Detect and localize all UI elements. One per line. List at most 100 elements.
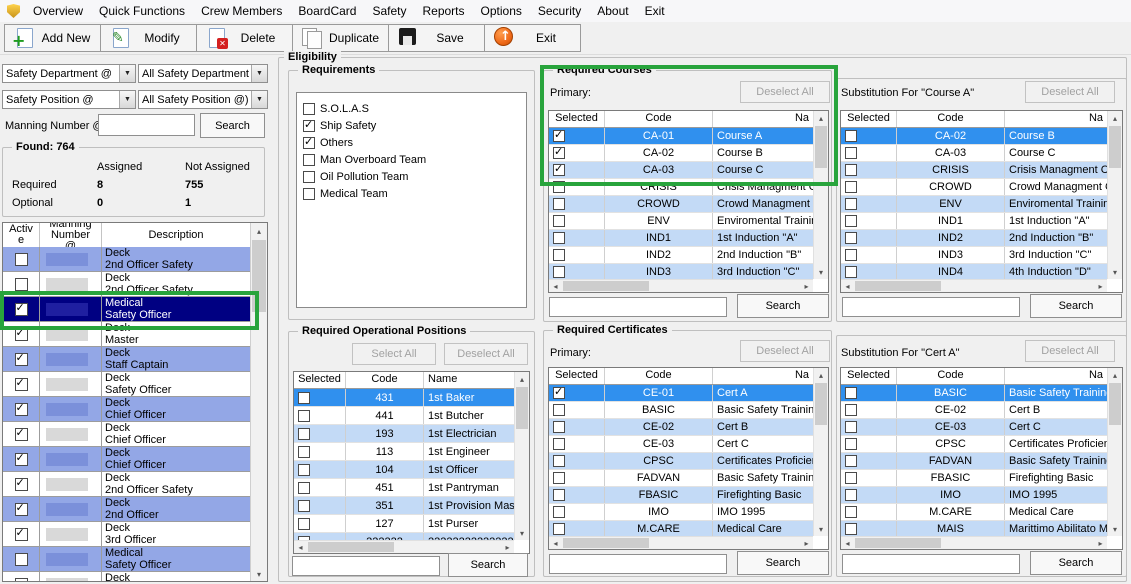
checkbox[interactable] <box>15 478 28 491</box>
crew-row[interactable]: DeckStaff Captain <box>3 347 250 372</box>
vertical-scrollbar[interactable]: ▴▾ <box>1107 111 1122 279</box>
checkbox[interactable] <box>845 404 857 416</box>
vertical-scrollbar[interactable]: ▴▾ <box>813 368 828 536</box>
crew-row[interactable]: DeckSafety Officer <box>3 372 250 397</box>
scroll-right-icon[interactable]: ▸ <box>1094 280 1107 292</box>
department-value-dropdown[interactable]: All Safety Department @) ▼ <box>138 64 268 83</box>
table-row[interactable]: CPSCCertificates Proficiency Su <box>841 436 1107 453</box>
manning-number-input[interactable] <box>98 114 195 136</box>
scroll-up-icon[interactable]: ▴ <box>515 372 529 386</box>
checkbox[interactable] <box>845 489 857 501</box>
checkbox[interactable] <box>303 137 315 149</box>
vertical-scrollbar[interactable]: ▴ ▾ <box>250 223 267 581</box>
checkbox[interactable] <box>845 198 857 210</box>
scroll-down-icon[interactable]: ▾ <box>814 522 828 536</box>
operational-search-button[interactable]: Search <box>448 553 528 577</box>
table-row[interactable]: CE-03Cert C <box>549 436 813 453</box>
checkbox[interactable] <box>553 164 565 176</box>
scroll-right-icon[interactable]: ▸ <box>800 280 813 292</box>
table-row[interactable]: CPSCCertificates Proficiency Su <box>549 453 813 470</box>
checkbox[interactable] <box>845 266 857 278</box>
table-row[interactable]: IND33rd Induction "C" <box>841 247 1107 264</box>
checkbox[interactable] <box>15 503 28 516</box>
table-row[interactable]: CA-02Course B <box>841 128 1107 145</box>
scroll-up-icon[interactable]: ▴ <box>251 223 267 239</box>
checkbox[interactable] <box>15 553 28 566</box>
checkbox[interactable] <box>845 164 857 176</box>
menu-item-quick-functions[interactable]: Quick Functions <box>91 0 193 22</box>
checkbox[interactable] <box>553 181 565 193</box>
checkbox[interactable] <box>298 500 310 512</box>
toolbar-modify-button[interactable]: Modify <box>100 24 197 52</box>
checkbox[interactable] <box>553 404 565 416</box>
scrollbar-thumb[interactable] <box>855 538 941 548</box>
requirement-others[interactable]: Others <box>297 134 526 151</box>
horizontal-scrollbar[interactable]: ◂▸ <box>841 536 1107 549</box>
checkbox[interactable] <box>845 421 857 433</box>
toolbar-delete-button[interactable]: Delete <box>196 24 293 52</box>
certificates-substitution-search-button[interactable]: Search <box>1030 551 1122 575</box>
position-field-dropdown[interactable]: Safety Position @ ▼ <box>2 90 136 109</box>
horizontal-scrollbar[interactable]: ◂▸ <box>294 540 514 553</box>
scroll-down-icon[interactable]: ▾ <box>1108 522 1122 536</box>
scrollbar-thumb[interactable] <box>1109 383 1121 425</box>
scroll-right-icon[interactable]: ▸ <box>800 537 813 549</box>
checkbox[interactable] <box>15 578 28 582</box>
menu-item-reports[interactable]: Reports <box>414 0 472 22</box>
checkbox[interactable] <box>15 328 28 341</box>
checkbox[interactable] <box>845 215 857 227</box>
requirement-ship-safety[interactable]: Ship Safety <box>297 117 526 134</box>
checkbox[interactable] <box>298 482 310 494</box>
table-row[interactable]: CE-02Cert B <box>549 419 813 436</box>
scrollbar-thumb[interactable] <box>563 281 649 291</box>
checkbox[interactable] <box>15 428 28 441</box>
vertical-scrollbar[interactable]: ▴▾ <box>813 111 828 279</box>
scroll-down-icon[interactable]: ▾ <box>515 526 529 540</box>
chevron-down-icon[interactable]: ▼ <box>251 91 267 108</box>
checkbox[interactable] <box>553 506 565 518</box>
checkbox[interactable] <box>303 103 315 115</box>
checkbox[interactable] <box>303 188 315 200</box>
table-row[interactable]: CRISISCrisis Managment Certifica <box>549 179 813 196</box>
courses-search-button[interactable]: Search <box>737 294 829 318</box>
table-row[interactable]: IND22nd Induction "B" <box>841 230 1107 247</box>
table-row[interactable]: CRISISCrisis Managment Certific <box>841 162 1107 179</box>
menu-item-exit[interactable]: Exit <box>637 0 673 22</box>
table-row[interactable]: ENVEnviromental Training <box>841 196 1107 213</box>
certificates-search-button[interactable]: Search <box>737 551 829 575</box>
vertical-scrollbar[interactable]: ▴▾ <box>514 372 529 540</box>
checkbox[interactable] <box>845 472 857 484</box>
checkbox[interactable] <box>553 130 565 142</box>
toolbar-duplicate-button[interactable]: Duplicate <box>292 24 389 52</box>
checkbox[interactable] <box>15 403 28 416</box>
checkbox[interactable] <box>15 353 28 366</box>
checkbox[interactable] <box>553 523 565 535</box>
checkbox[interactable] <box>553 387 565 399</box>
checkbox[interactable] <box>298 518 310 530</box>
checkbox[interactable] <box>298 392 310 404</box>
checkbox[interactable] <box>553 489 565 501</box>
checkbox[interactable] <box>553 438 565 450</box>
table-row[interactable]: CROWDCrowd Managment Certifi <box>841 179 1107 196</box>
table-row[interactable]: MAISMarittimo Abilitato Mezzi d <box>841 521 1107 536</box>
checkbox[interactable] <box>15 378 28 391</box>
chevron-down-icon[interactable]: ▼ <box>251 65 267 82</box>
scroll-down-icon[interactable]: ▾ <box>814 265 828 279</box>
crew-row[interactable]: DeckChief Officer <box>3 397 250 422</box>
checkbox[interactable] <box>298 464 310 476</box>
checkbox[interactable] <box>303 120 315 132</box>
crew-row[interactable]: DeckChief Officer <box>3 422 250 447</box>
checkbox[interactable] <box>845 130 857 142</box>
checkbox[interactable] <box>15 278 28 291</box>
scroll-up-icon[interactable]: ▴ <box>1108 111 1122 125</box>
table-row[interactable]: IND22nd Induction "B" <box>549 247 813 264</box>
table-row[interactable]: 4411st Butcher <box>294 407 514 425</box>
table-row[interactable]: 4311st Baker <box>294 389 514 407</box>
table-row[interactable]: 22222222222222222222222222222222 <box>294 533 514 540</box>
horizontal-scrollbar[interactable]: ◂▸ <box>549 279 813 292</box>
table-row[interactable]: CROWDCrowd Managment Certific <box>549 196 813 213</box>
checkbox[interactable] <box>845 387 857 399</box>
menu-item-about[interactable]: About <box>589 0 636 22</box>
checkbox[interactable] <box>845 455 857 467</box>
scroll-down-icon[interactable]: ▾ <box>1108 265 1122 279</box>
